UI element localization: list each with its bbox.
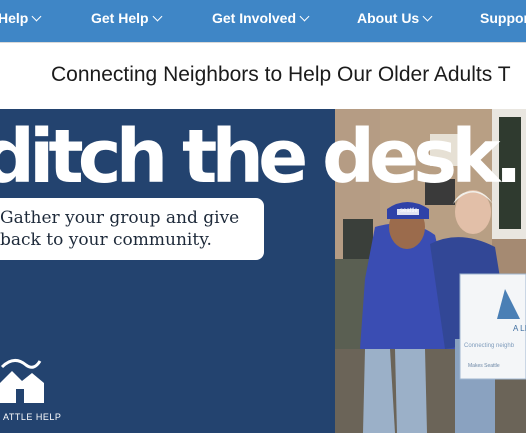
chevron-down-icon <box>152 11 163 22</box>
sign-line: Connecting neighb <box>464 343 515 349</box>
sign-small: Makes Seattle <box>468 363 500 369</box>
hero-cta-box: Gather your group and give back to your … <box>0 198 264 260</box>
hero-headline: ditch the desk. <box>0 114 523 200</box>
nav-item-get-help[interactable]: Get Help <box>91 0 163 36</box>
nav-item-help[interactable]: Help <box>0 0 42 36</box>
nav-item-label: About Us <box>357 10 420 26</box>
chevron-down-icon <box>299 11 310 22</box>
hero-banner: A LI Connecting neighb Makes Seattle sea… <box>0 109 526 433</box>
sign-title: A LI <box>513 324 526 333</box>
tagline-bar: Connecting Neighbors to Help Our Older A… <box>0 42 526 109</box>
nav-item-about-us[interactable]: About Us <box>357 0 433 36</box>
top-navigation: Help Get Help Get Involved About Us Supp… <box>0 0 526 42</box>
nav-item-support[interactable]: Support <box>480 0 526 36</box>
nav-item-label: Get Involved <box>212 10 297 26</box>
cap-text: seattle <box>400 208 418 214</box>
tagline-text: Connecting Neighbors to Help Our Older A… <box>51 63 511 86</box>
chevron-down-icon <box>31 11 42 22</box>
chevron-down-icon <box>422 11 433 22</box>
nav-item-label: Help <box>0 10 29 26</box>
nav-item-get-involved[interactable]: Get Involved <box>212 0 310 36</box>
nav-item-label: Support <box>480 10 526 26</box>
logo-wordmark: ATTLE HELP <box>3 412 62 422</box>
seattle-help-logo-icon <box>0 359 44 403</box>
hero-cta-text: Gather your group and give back to your … <box>0 208 240 250</box>
nav-item-label: Get Help <box>91 10 149 26</box>
